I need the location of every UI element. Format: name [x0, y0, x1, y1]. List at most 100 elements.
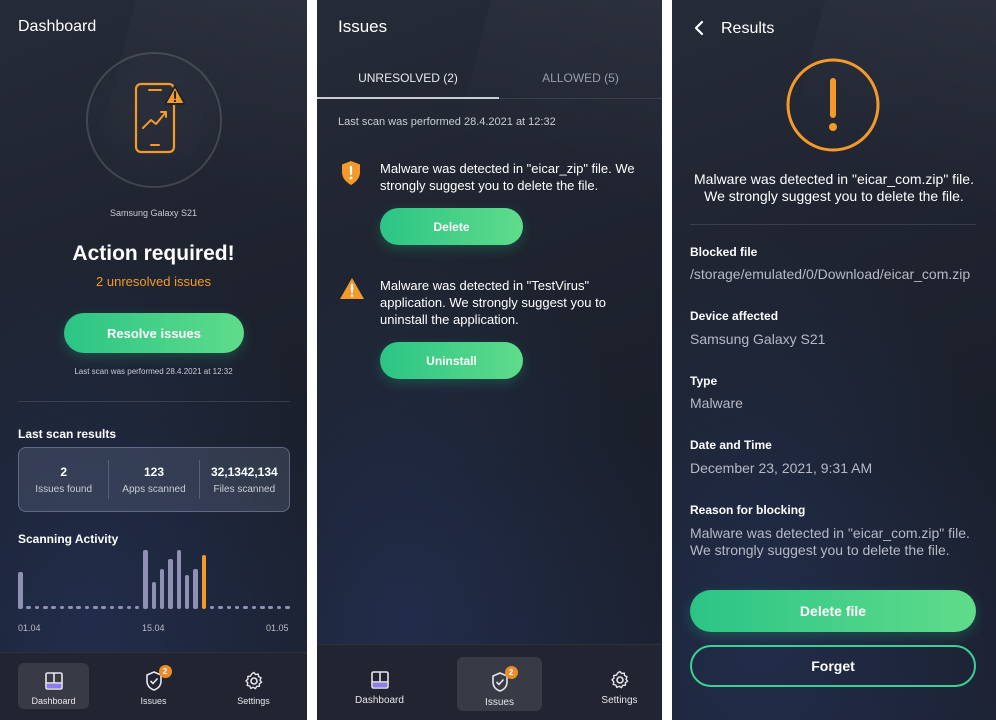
- alert-circle-icon: [785, 57, 881, 158]
- dashboard-screen: Dashboard Samsung Galaxy S21 Action requ…: [0, 0, 307, 720]
- activity-bar: [193, 569, 198, 609]
- activity-bar: [151, 582, 156, 609]
- issues-badge: 2: [158, 665, 172, 678]
- resolve-issues-button[interactable]: Resolve issues: [64, 313, 244, 353]
- blocked-file-value: /storage/emulated/0/Download/eicar_com.z…: [690, 266, 971, 282]
- nav-label: Issues: [140, 696, 167, 706]
- last-scan-text: Last scan was performed 28.4.2021 at 12:…: [338, 116, 556, 128]
- stat-label: Issues found: [35, 483, 93, 495]
- detail-label: Blocked file: [690, 245, 758, 259]
- reason-value: Malware was detected in "eicar_com.zip" …: [690, 525, 970, 558]
- type-value: Malware: [690, 395, 743, 411]
- activity-bar: [59, 606, 65, 609]
- device-status-ring: [86, 52, 222, 188]
- activity-bar: [26, 606, 31, 609]
- delete-button[interactable]: Delete: [380, 208, 523, 245]
- unresolved-count: 2 unresolved issues: [96, 274, 211, 289]
- activity-bar: [176, 550, 181, 609]
- nav-dashboard[interactable]: Dashboard: [342, 657, 417, 709]
- action-heading: Action required!: [72, 242, 235, 265]
- activity-bar: [68, 606, 73, 609]
- activity-bar: [93, 606, 98, 609]
- activity-bar: [126, 606, 131, 609]
- delete-file-button[interactable]: Delete file: [690, 590, 976, 632]
- nav-issues[interactable]: 2 Issues: [457, 657, 542, 711]
- activity-bar: [34, 606, 40, 609]
- last-scan-text: Last scan was performed 28.4.2021 at 12:…: [74, 367, 233, 376]
- back-arrow-icon[interactable]: [692, 18, 706, 43]
- divider: [690, 224, 976, 225]
- activity-bar: [143, 550, 148, 609]
- stat-value: 2: [60, 464, 67, 479]
- scan-stats-card: 2 Issues found 123 Apps scanned 32,1342,…: [18, 447, 290, 512]
- nav-label: Settings: [601, 695, 638, 706]
- stat-issues-found: 2 Issues found: [19, 460, 110, 499]
- activity-bar: [209, 606, 215, 609]
- page-title: Dashboard: [18, 18, 97, 35]
- tab-unresolved[interactable]: UNRESOLVED (2): [317, 71, 499, 85]
- shield-icon: 2: [489, 666, 518, 693]
- issue-description: Malware was detected in "eicar_zip" file…: [380, 161, 635, 193]
- bottom-nav: Dashboard 2 Issues Settings: [0, 652, 307, 720]
- issues-badge: 2: [504, 666, 518, 679]
- nav-label: Issues: [485, 697, 514, 708]
- date-time-value: December 23, 2021, 9:31 AM: [690, 460, 873, 476]
- stat-label: Apps scanned: [122, 483, 186, 495]
- nav-dashboard[interactable]: Dashboard: [18, 663, 89, 709]
- axis-label-start: 01.04: [18, 623, 41, 633]
- activity-bar: [168, 559, 173, 609]
- dashboard-icon: [43, 670, 65, 692]
- activity-bar: [260, 606, 265, 609]
- nav-issues[interactable]: 2 Issues: [118, 663, 189, 709]
- axis-label-end: 01.05: [266, 623, 289, 633]
- activity-bar: [101, 606, 106, 609]
- activity-bar: [234, 606, 240, 609]
- detail-label: Date and Time: [690, 438, 772, 452]
- phone-warning-icon: [134, 82, 187, 154]
- nav-settings[interactable]: Settings: [218, 663, 289, 709]
- activity-bar: [251, 606, 257, 609]
- bottom-nav: Dashboard 2 Issues Settings: [317, 644, 662, 720]
- activity-bar: [159, 569, 165, 609]
- activity-bar: [226, 606, 232, 609]
- nav-label: Dashboard: [31, 696, 76, 706]
- forget-button[interactable]: Forget: [690, 645, 976, 687]
- device-name: Samsung Galaxy S21: [109, 208, 198, 218]
- detail-label: Type: [690, 374, 718, 388]
- device-affected-value: Samsung Galaxy S21: [690, 331, 826, 347]
- issues-screen: Issues UNRESOLVED (2) ALLOWED (5) Last s…: [317, 0, 662, 720]
- stat-apps-scanned: 123 Apps scanned: [109, 460, 200, 499]
- detail-label: Device affected: [690, 309, 779, 323]
- activity-bar: [285, 606, 290, 609]
- detail-label: Reason for blocking: [690, 503, 806, 517]
- activity-bar: [268, 606, 273, 609]
- page-title: Results: [721, 20, 775, 37]
- activity-bar: [109, 606, 115, 609]
- axis-label-mid: 15.04: [142, 623, 165, 633]
- activity-bar: [184, 575, 190, 609]
- active-tab-indicator: [317, 97, 499, 99]
- activity-bar: [43, 606, 48, 609]
- page-title: Issues: [338, 17, 388, 36]
- gear-icon: [609, 669, 631, 691]
- nav-label: Settings: [237, 696, 270, 706]
- nav-settings[interactable]: Settings: [582, 657, 657, 709]
- activity-bar: [118, 606, 123, 609]
- scanning-activity-chart: [18, 550, 290, 609]
- activity-bar: [201, 555, 207, 609]
- activity-bar: [18, 572, 23, 609]
- last-scan-results-title: Last scan results: [18, 427, 117, 441]
- uninstall-button[interactable]: Uninstall: [380, 342, 523, 379]
- activity-bar: [276, 606, 282, 609]
- activity-bar: [134, 606, 140, 609]
- stat-label: Files scanned: [213, 483, 276, 495]
- results-screen: Results Malware was detected in "eicar_c…: [672, 0, 996, 720]
- warning-triangle-icon: [339, 277, 365, 306]
- scanning-activity-title: Scanning Activity: [18, 532, 119, 546]
- stat-value: 123: [143, 464, 164, 479]
- result-summary: Malware was detected in "eicar_com.zip" …: [694, 171, 974, 204]
- nav-label: Dashboard: [355, 695, 404, 706]
- tab-allowed[interactable]: ALLOWED (5): [499, 71, 662, 85]
- shield-alert-icon: [340, 160, 362, 191]
- issue-description: Malware was detected in "TestVirus" appl…: [380, 278, 606, 327]
